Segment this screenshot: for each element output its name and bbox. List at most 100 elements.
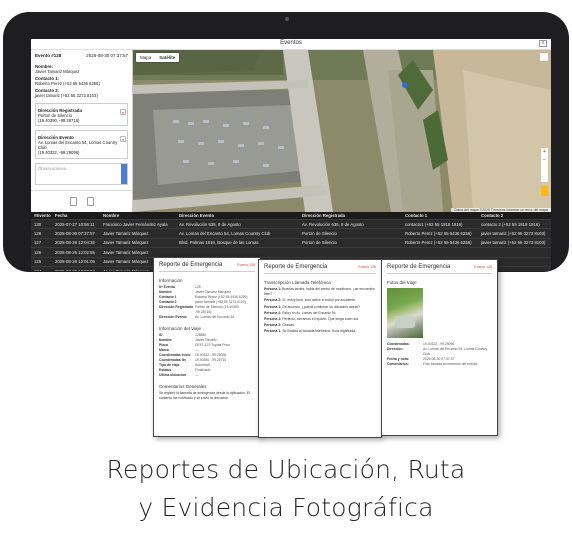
speaker-text: Estoy en Av. Lomas del Encanto 54. [282,310,337,315]
table-cell: 124 [31,269,55,271]
satellite-map[interactable]: Mapa Satélite + − Datos del mapa ©2025 T… [133,50,551,212]
tablet-frame: Eventos x Evento #128 2025-08-30 07:37:5… [3,12,569,272]
table-cell: Javier Tamariz Márquez [103,249,149,255]
header-cell[interactable]: Nombre [103,213,179,218]
table-cell: Porton de Silencio [302,240,337,246]
panel-footer [31,190,132,212]
table-cell: Blvd. Palmas 1816, Bosque de las Lomas [179,240,259,246]
table-cell: 126 [34,249,42,255]
table-cell: javier tamariz (+52 55 3273 8103) [481,231,546,237]
table-row[interactable]: 128 2025-08-30 07:37:57 Javier Tamariz Már… [31,229,551,239]
field-row: Dirección: Av. Lomas del Encanto 54, Loma… [387,347,492,357]
table-cell: 128 [34,231,42,237]
speaker-text: Buenas tardes, habla del centro de monit… [264,287,375,297]
header-cell[interactable]: Dirección Registrada [302,213,405,218]
speaker-label: Persona 1: [264,317,282,322]
table-cell: 2025-08-26 12:00:04 [55,269,103,271]
field-value: Porton de Silencio (19.40390, -99.28716) [195,305,240,314]
field-label: Ultima ubicacion [159,373,187,377]
transcript-line: Persona 2: Estoy en Av. Lomas del Encant… [264,311,376,316]
field-value: Foto tomada al momento del evento. [423,362,479,366]
report-section-title: Información del Viaje [159,326,201,331]
trip-photo[interactable] [387,288,423,338]
zoom-in-button[interactable]: + [541,148,548,156]
report-general: Reporte de Emergencia Evento 128 Informa… [153,257,261,437]
table-cell: contacto1 (+52 55 1918 1916) [405,221,463,227]
table-row[interactable]: 126 2025-08-26 12:02:55 Javier Tamariz Már… [31,248,551,258]
report-logo: Evento 128 [474,265,492,269]
pegman-icon[interactable] [541,186,548,196]
transcript-line: Persona 2: Gracias. [264,323,376,328]
event-id: Evento #128 [35,53,62,58]
contacto1-value: Roberto Perez (+52 55 5436 6256) [35,81,100,87]
header-cell[interactable]: #Evento [31,213,55,218]
event-time: 2025-08-30 07:37:57 [86,53,128,58]
transcript-line: Persona 1: Buenas tardes, habla del cent… [264,287,376,297]
table-row[interactable]: 130 2025-07-27 10:56:11 Francisco Javier F… [31,220,551,230]
document-icon[interactable] [86,197,94,206]
observaciones-input[interactable]: Observaciones... [35,162,128,185]
registered-address-box: Dirección Registrada Porton de Silencio … [35,102,128,127]
table-cell: 2025-08-30 07:37:57 [55,231,95,237]
report-transcript: Reporte de Emergencia Evento 128 Transcr… [258,259,382,438]
zoom-control: + − [541,148,548,182]
document-icon[interactable] [69,197,77,206]
speaker-label: Persona 2: [264,310,282,315]
table-cell: Av. Revolución 635, 8 de Agosto [179,221,241,227]
header-cell[interactable]: Contacto 2 [481,213,551,218]
app-screen: Eventos x Evento #128 2025-08-30 07:37:5… [31,39,551,271]
speaker-label: Persona 2: [264,298,282,303]
caption-line-1: Reportes de Ubicación, Ruta [106,455,466,484]
close-icon[interactable]: x [539,40,547,47]
tab-mapa[interactable]: Mapa [136,53,155,62]
map-imagery [133,50,551,212]
observaciones-placeholder: Observaciones... [38,165,70,171]
header-cell[interactable]: Dirección Evento [179,213,302,218]
table-cell: 2025-07-27 10:56:11 [55,221,95,227]
field-label: Comentarios: [387,362,409,366]
pin-icon[interactable]: ● [120,108,126,115]
report-logo: Evento 128 [237,263,255,267]
transcript-lines: Persona 1: Buenas tardes, habla del cent… [264,287,376,335]
transcript-line: Persona 2: Sí, estoy bien, solo active e… [264,298,376,303]
report-title: Reporte de Emergencia [387,264,451,270]
table-cell: 2025-08-26 12:02:55 [55,249,95,255]
report-title: Reporte de Emergencia [159,262,223,268]
transcript-line: Persona 1: Se finaliza la llamada telefó… [264,329,376,334]
header-cell[interactable]: Fecha [55,213,103,218]
table-cell: 127 [34,240,42,246]
table-cell: Roberto Perez (+52 55 5436 6256) [405,231,472,237]
zoom-out-button[interactable]: − [541,156,548,164]
dir-evento-value: Av. Lomas del Encanto 54, Lomas Country … [38,140,118,151]
send-button[interactable] [121,163,127,184]
report-title: Reporte de Emergencia [264,264,328,270]
table-cell: Francisco Javier Fernández Ayala [103,221,168,227]
field-value: Av. Lomas del Encanto 54 [195,315,235,319]
pin-icon[interactable]: ● [120,136,126,143]
table-cell: 130 [34,221,42,227]
fullscreen-icon[interactable] [540,53,548,61]
table-cell: 125 [34,259,42,265]
header-cell[interactable]: Contacto 1 [405,213,481,218]
table-cell: Javier Tamariz Márquez [103,231,149,237]
table-cell: Javier Tamariz Márquez [103,240,149,246]
event-header: Evento #128 2025-08-30 07:37:57 [35,53,128,58]
field-value: — [195,373,199,377]
transcript-line: Persona 1: De acuerdo, ¿puede confirmar … [264,305,376,310]
transcript-line: Persona 1: Perfecto, cerramos el reporte… [264,317,376,322]
speaker-label: Persona 1: [264,329,282,334]
table-cell: Roberto Perez (+52 55 5436 6256) [405,240,472,246]
report-title-bar: Reporte de Emergencia Evento 128 [159,262,255,272]
table-cell: Porton de Silencio [302,231,337,237]
table-row[interactable]: 127 2025-08-26 12:04:32 Javier Tamariz Már… [31,239,551,249]
field-row: Dirección Registrada Porton de Silencio (… [159,305,255,315]
speaker-label: Persona 1: [264,287,282,291]
speaker-label: Persona 2: [264,323,282,328]
map-type-tabs: Mapa Satélite [136,53,180,62]
field-label: Dirección: [387,347,404,351]
nombre-value: Javier Tamariz Márquez [35,69,80,74]
table-cell: 2025-08-26 12:04:32 [55,240,95,246]
report-section-title: Información [159,278,183,283]
tab-satelite[interactable]: Satélite [155,53,179,62]
window-titlebar: Eventos x [31,39,551,50]
